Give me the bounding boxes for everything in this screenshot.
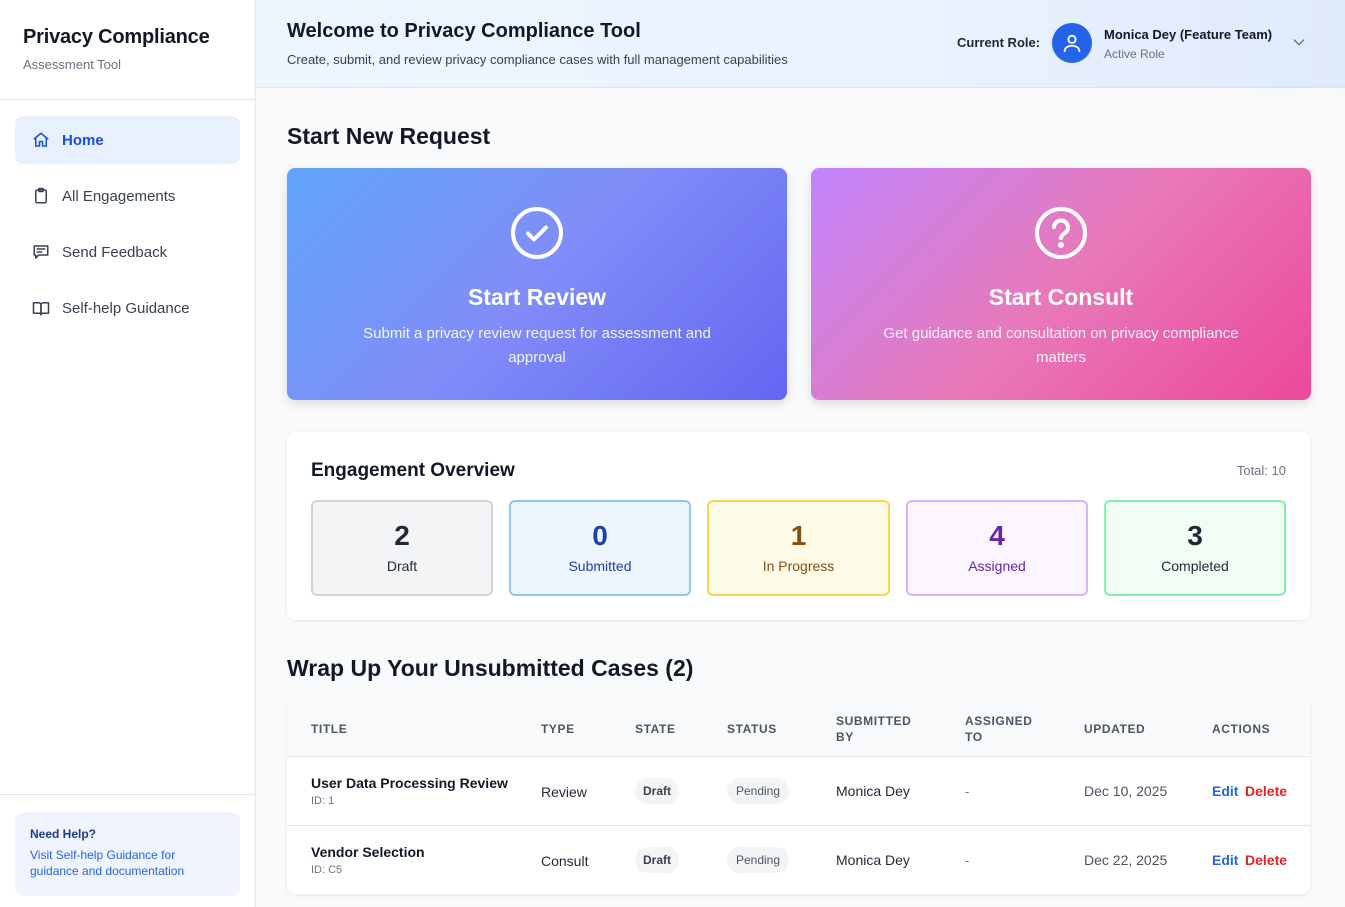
overview-title: Engagement Overview	[311, 460, 515, 481]
chevron-down-icon[interactable]	[1291, 34, 1307, 50]
case-id: ID: 1	[311, 795, 335, 807]
book-icon	[32, 299, 50, 317]
stat-label: Completed	[1161, 558, 1229, 574]
edit-button[interactable]: Edit	[1212, 852, 1238, 868]
sidebar-item-label: Home	[62, 131, 104, 149]
question-circle-icon	[1035, 207, 1087, 259]
header: Welcome to Privacy Compliance Tool Creat…	[256, 0, 1345, 88]
column-header-assigned-to: ASSIGNED TO	[965, 714, 1033, 744]
case-type: Review	[541, 784, 587, 800]
submitted-by: Monica Dey	[836, 852, 910, 868]
sidebar-item-label: Self-help Guidance	[62, 299, 190, 317]
page-title: Welcome to Privacy Compliance Tool	[287, 20, 641, 42]
clipboard-icon	[32, 187, 50, 205]
case-title[interactable]: Vendor Selection	[311, 844, 425, 860]
state-badge: Draft	[635, 778, 679, 804]
stat-value: 2	[394, 520, 410, 551]
stat-in-progress[interactable]: 1 In Progress	[707, 500, 890, 596]
assigned-to: -	[965, 784, 970, 799]
overview-total: Total: 10	[1236, 463, 1286, 478]
avatar[interactable]	[1052, 23, 1092, 63]
user-icon	[1063, 34, 1081, 53]
stat-value: 4	[989, 520, 1005, 551]
updated-date: Dec 10, 2025	[1084, 783, 1168, 799]
state-badge: Draft	[635, 847, 679, 873]
help-title: Need Help?	[30, 827, 97, 841]
user-name: Monica Dey (Feature Team)	[1104, 27, 1273, 42]
help-link[interactable]: Visit Self-help Guidance for guidance an…	[30, 847, 225, 879]
status-badge: Pending	[727, 847, 789, 873]
page-subtitle: Create, submit, and review privacy compl…	[287, 52, 788, 67]
sidebar: Privacy Compliance Assessment Tool Home …	[0, 0, 256, 907]
brand-title: Privacy Compliance	[23, 26, 210, 48]
user-role: Active Role	[1104, 47, 1165, 61]
start-review-title: Start Review	[467, 284, 607, 310]
sidebar-item-home[interactable]: Home	[15, 116, 240, 164]
stat-assigned[interactable]: 4 Assigned	[906, 500, 1088, 596]
sidebar-item-self-help-guidance[interactable]: Self-help Guidance	[15, 284, 240, 332]
stat-value: 1	[790, 520, 807, 551]
start-review-card[interactable]: Start Review Submit a privacy review req…	[287, 168, 787, 400]
column-header-type: TYPE	[541, 722, 575, 736]
message-icon	[32, 243, 50, 261]
table-row: User Data Processing Review ID: 1 Review…	[287, 757, 1310, 826]
check-circle-icon	[511, 207, 563, 259]
sidebar-item-label: All Engagements	[62, 187, 176, 205]
status-badge: Pending	[727, 778, 789, 804]
sidebar-item-send-feedback[interactable]: Send Feedback	[15, 228, 240, 276]
column-header-status: STATUS	[727, 722, 777, 736]
start-request-title: Start New Request	[287, 123, 491, 149]
brand: Privacy Compliance Assessment Tool	[0, 0, 255, 100]
stat-submitted[interactable]: 0 Submitted	[509, 500, 691, 596]
edit-button[interactable]: Edit	[1212, 783, 1238, 799]
stat-label: In Progress	[762, 558, 835, 574]
assigned-to: -	[965, 853, 970, 868]
stat-label: Submitted	[568, 558, 632, 574]
start-consult-card[interactable]: Start Consult Get guidance and consultat…	[811, 168, 1311, 400]
unsubmitted-title: Wrap Up Your Unsubmitted Cases (2)	[287, 655, 694, 681]
column-header-updated: UPDATED	[1084, 722, 1146, 736]
sidebar-item-all-engagements[interactable]: All Engagements	[15, 172, 240, 220]
submitted-by: Monica Dey	[836, 783, 910, 799]
table-header: TITLE TYPE STATE STATUS SUBMITTED BY ASS…	[287, 700, 1310, 757]
delete-button[interactable]: Delete	[1245, 783, 1287, 799]
unsubmitted-table: TITLE TYPE STATE STATUS SUBMITTED BY ASS…	[287, 700, 1310, 894]
stat-value: 0	[592, 520, 608, 551]
delete-button[interactable]: Delete	[1245, 852, 1287, 868]
home-icon	[32, 131, 50, 149]
engagement-overview: Engagement Overview Total: 10 2 Draft 0 …	[287, 432, 1310, 620]
column-header-actions: ACTIONS	[1212, 722, 1271, 736]
start-review-description: Submit a privacy review request for asse…	[363, 325, 711, 366]
sidebar-nav: Home All Engagements Send Feedback Self-…	[0, 100, 255, 356]
updated-date: Dec 22, 2025	[1084, 852, 1168, 868]
brand-subtitle: Assessment Tool	[23, 57, 122, 72]
help-section: Need Help? Visit Self-help Guidance for …	[0, 794, 255, 907]
column-header-state: STATE	[635, 722, 676, 736]
sidebar-item-label: Send Feedback	[62, 243, 168, 261]
stat-draft[interactable]: 2 Draft	[311, 500, 493, 596]
stat-label: Draft	[386, 558, 418, 574]
stat-label: Assigned	[968, 558, 1026, 574]
start-consult-description: Get guidance and consultation on privacy…	[883, 325, 1239, 366]
stat-completed[interactable]: 3 Completed	[1104, 500, 1286, 596]
case-type: Consult	[541, 853, 589, 869]
table-row: Vendor Selection ID: C5 Consult Draft Pe…	[287, 826, 1310, 894]
case-id: ID: C5	[311, 864, 343, 876]
stat-value: 3	[1187, 520, 1203, 551]
start-consult-title: Start Consult	[988, 284, 1134, 310]
help-box[interactable]: Need Help? Visit Self-help Guidance for …	[15, 812, 240, 896]
column-header-title: TITLE	[311, 722, 348, 736]
current-role-label: Current Role:	[957, 35, 1041, 50]
column-header-submitted-by: SUBMITTED BY	[836, 714, 912, 744]
case-title[interactable]: User Data Processing Review	[311, 775, 508, 791]
